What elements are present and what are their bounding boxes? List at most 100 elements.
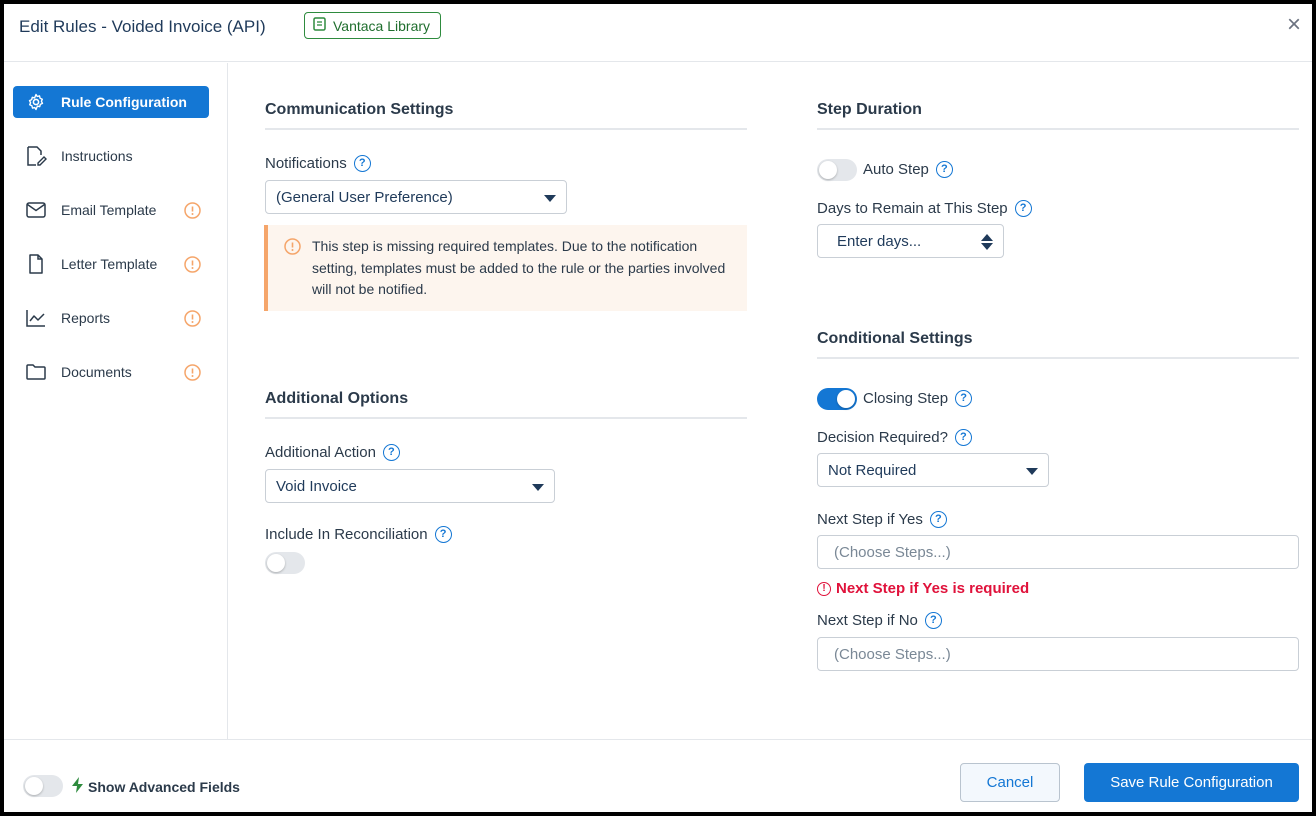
cancel-button[interactable]: Cancel bbox=[960, 763, 1060, 802]
sidebar-item-rule-configuration[interactable]: Rule Configuration bbox=[13, 86, 209, 118]
help-icon[interactable]: ? bbox=[1014, 200, 1032, 217]
next-step-no-input[interactable]: (Choose Steps...) bbox=[817, 637, 1299, 671]
auto-step-label: Auto Step ? bbox=[863, 161, 953, 178]
section-divider bbox=[265, 417, 747, 419]
additional-action-label: Additional Action ? bbox=[265, 444, 400, 461]
error-icon: ! bbox=[817, 581, 831, 596]
sidebar-item-instructions[interactable]: Instructions bbox=[13, 140, 209, 172]
warning-icon bbox=[184, 256, 201, 276]
sidebar-item-label: Documents bbox=[61, 364, 132, 380]
days-label: Days to Remain at This Step ? bbox=[817, 200, 1032, 217]
sidebar-item-email-template[interactable]: Email Template bbox=[13, 194, 209, 226]
warning-icon bbox=[184, 310, 201, 330]
sidebar-item-label: Email Template bbox=[61, 202, 157, 218]
edit-rules-modal: Edit Rules - Voided Invoice (API) Vantac… bbox=[4, 4, 1312, 812]
sidebar-item-label: Instructions bbox=[61, 148, 133, 164]
additional-action-label-text: Additional Action bbox=[265, 444, 376, 461]
notifications-label-text: Notifications bbox=[265, 155, 347, 172]
include-reconciliation-label-text: Include In Reconciliation bbox=[265, 526, 428, 543]
help-icon[interactable]: ? bbox=[955, 390, 973, 407]
include-reconciliation-label: Include In Reconciliation ? bbox=[265, 526, 452, 543]
decision-required-label-text: Decision Required? bbox=[817, 429, 948, 446]
auto-step-label-text: Auto Step bbox=[863, 161, 929, 178]
save-rule-configuration-button[interactable]: Save Rule Configuration bbox=[1084, 763, 1299, 802]
library-badge[interactable]: Vantaca Library bbox=[304, 12, 442, 39]
stepper-icon[interactable] bbox=[981, 234, 993, 254]
help-icon[interactable]: ? bbox=[924, 612, 942, 629]
section-divider bbox=[817, 357, 1299, 359]
closing-step-label-text: Closing Step bbox=[863, 390, 949, 407]
book-icon bbox=[313, 17, 326, 34]
days-label-text: Days to Remain at This Step bbox=[817, 200, 1008, 217]
additional-action-value: Void Invoice bbox=[276, 477, 357, 495]
auto-step-toggle[interactable] bbox=[817, 159, 857, 181]
days-input-placeholder: Enter days... bbox=[837, 232, 922, 250]
next-step-yes-input[interactable]: (Choose Steps...) bbox=[817, 535, 1299, 569]
conditional-settings-title: Conditional Settings bbox=[817, 330, 973, 347]
closing-step-toggle[interactable] bbox=[817, 388, 857, 410]
folder-icon bbox=[25, 361, 47, 383]
library-badge-label: Vantaca Library bbox=[333, 17, 431, 34]
help-icon[interactable]: ? bbox=[382, 444, 400, 461]
alert-text: This step is missing required templates.… bbox=[312, 238, 726, 297]
edit-document-icon bbox=[25, 145, 47, 167]
modal-header: Edit Rules - Voided Invoice (API) Vantac… bbox=[4, 4, 1312, 62]
toggle-knob bbox=[25, 777, 43, 795]
show-advanced-fields-label: Show Advanced Fields bbox=[72, 777, 240, 796]
next-step-no-placeholder: (Choose Steps...) bbox=[834, 645, 951, 663]
notifications-label: Notifications ? bbox=[265, 155, 371, 172]
modal-title: Edit Rules - Voided Invoice (API) bbox=[19, 17, 266, 36]
sidebar-item-documents[interactable]: Documents bbox=[13, 356, 209, 388]
caret-down-icon bbox=[1026, 468, 1038, 475]
communication-settings-title: Communication Settings bbox=[265, 101, 454, 118]
sidebar-item-letter-template[interactable]: Letter Template bbox=[13, 248, 209, 280]
decision-required-value: Not Required bbox=[828, 461, 917, 479]
next-step-yes-error: ! Next Step if Yes is required bbox=[817, 580, 1029, 597]
help-icon[interactable]: ? bbox=[434, 526, 452, 543]
step-duration-title: Step Duration bbox=[817, 101, 922, 118]
toggle-knob bbox=[267, 554, 285, 572]
section-divider bbox=[265, 128, 747, 130]
caret-down-icon bbox=[532, 484, 544, 491]
envelope-icon bbox=[25, 199, 47, 221]
file-icon bbox=[25, 253, 47, 275]
days-input[interactable]: Enter days... bbox=[817, 224, 1004, 258]
sidebar-item-label: Reports bbox=[61, 310, 111, 326]
decision-required-label: Decision Required? ? bbox=[817, 429, 972, 446]
show-advanced-fields-toggle[interactable] bbox=[23, 775, 63, 797]
next-step-no-label: Next Step if No ? bbox=[817, 612, 942, 629]
show-advanced-fields-text: Show Advanced Fields bbox=[88, 778, 240, 795]
sidebar-item-label: Letter Template bbox=[61, 256, 158, 272]
warning-icon bbox=[184, 202, 201, 222]
modal-footer: Show Advanced Fields Cancel Save Rule Co… bbox=[4, 739, 1312, 812]
line-chart-icon bbox=[25, 307, 47, 329]
notifications-select[interactable]: (General User Preference) bbox=[265, 180, 567, 214]
include-reconciliation-toggle[interactable] bbox=[265, 552, 305, 574]
next-step-no-label-text: Next Step if No bbox=[817, 612, 918, 629]
closing-step-label: Closing Step ? bbox=[863, 390, 973, 407]
next-step-yes-label: Next Step if Yes ? bbox=[817, 511, 947, 528]
toggle-knob bbox=[819, 161, 837, 179]
additional-options-title: Additional Options bbox=[265, 390, 409, 407]
next-step-yes-label-text: Next Step if Yes bbox=[817, 511, 923, 528]
section-divider bbox=[817, 128, 1299, 130]
help-icon[interactable]: ? bbox=[954, 429, 972, 446]
additional-action-select[interactable]: Void Invoice bbox=[265, 469, 555, 503]
notifications-select-value: (General User Preference) bbox=[276, 188, 453, 206]
gear-icon bbox=[25, 91, 47, 113]
warning-icon bbox=[284, 238, 301, 262]
help-icon[interactable]: ? bbox=[353, 155, 371, 172]
decision-required-select[interactable]: Not Required bbox=[817, 453, 1049, 487]
toggle-knob bbox=[837, 390, 855, 408]
next-step-yes-placeholder: (Choose Steps...) bbox=[834, 543, 951, 561]
help-icon[interactable]: ? bbox=[935, 161, 953, 178]
close-icon[interactable]: × bbox=[1282, 13, 1306, 38]
help-icon[interactable]: ? bbox=[929, 511, 947, 528]
next-step-yes-error-text: Next Step if Yes is required bbox=[836, 580, 1030, 597]
sidebar: Rule Configuration Instructions Email Te… bbox=[4, 63, 228, 739]
sidebar-item-reports[interactable]: Reports bbox=[13, 302, 209, 334]
lightning-icon bbox=[72, 777, 84, 796]
missing-templates-alert: This step is missing required templates.… bbox=[264, 225, 747, 311]
caret-down-icon bbox=[544, 195, 556, 202]
warning-icon bbox=[184, 364, 201, 384]
